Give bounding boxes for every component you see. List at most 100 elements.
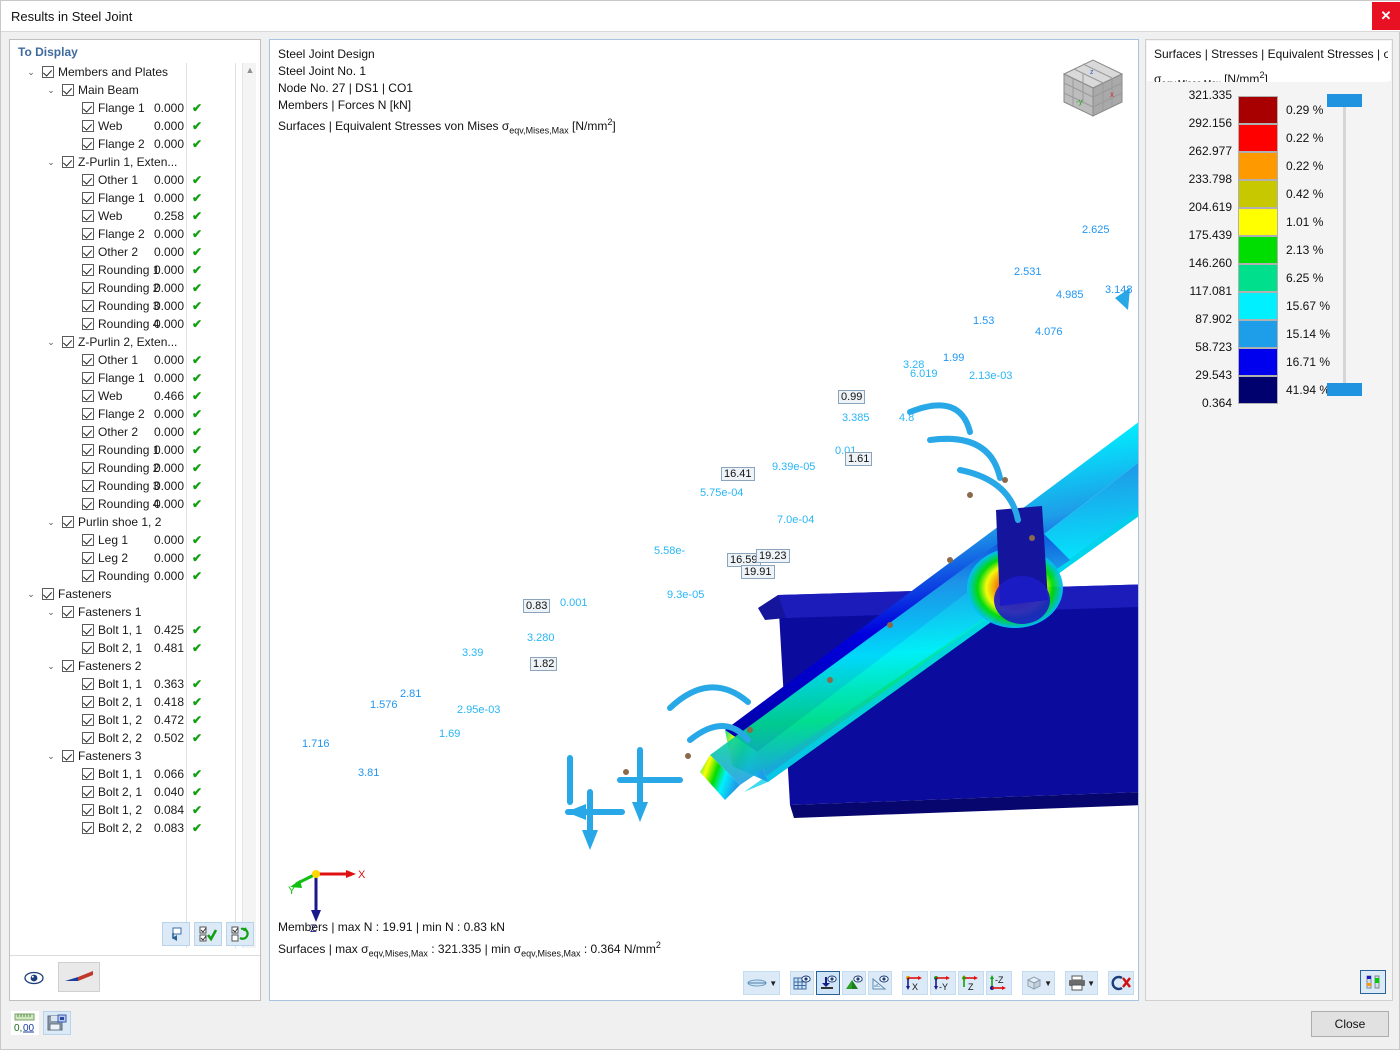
legend-band-row[interactable]: 6.25 % bbox=[1146, 264, 1392, 292]
tree-row[interactable]: Leg 2 0.000 ✔ bbox=[16, 549, 256, 567]
tree-row[interactable]: Rounding 4 0.000 ✔ bbox=[16, 315, 256, 333]
tree-scrollbar[interactable]: ▲ ▼ bbox=[242, 63, 256, 948]
select-all-button[interactable] bbox=[194, 922, 222, 946]
chevron-down-icon[interactable]: ⌄ bbox=[44, 81, 58, 99]
tree-row[interactable]: Flange 1 0.000 ✔ bbox=[16, 189, 256, 207]
tree-row[interactable]: Flange 2 0.000 ✔ bbox=[16, 405, 256, 423]
tree-row[interactable]: ⌄ Main Beam bbox=[16, 81, 256, 99]
scroll-up-icon[interactable]: ▲ bbox=[243, 63, 256, 77]
support-display-button[interactable] bbox=[816, 971, 841, 995]
tree-row-checkbox[interactable] bbox=[82, 624, 94, 636]
legend-lower-handle[interactable] bbox=[1327, 383, 1362, 396]
tree-row-checkbox[interactable] bbox=[62, 336, 74, 348]
tree-row-checkbox[interactable] bbox=[82, 714, 94, 726]
tree-row-checkbox[interactable] bbox=[62, 516, 74, 528]
tree-row-checkbox[interactable] bbox=[82, 210, 94, 222]
tree-row[interactable]: Bolt 1, 1 0.425 ✔ bbox=[16, 621, 256, 639]
tree-row[interactable]: ⌄ Fasteners 2 bbox=[16, 657, 256, 675]
tree-row[interactable]: Bolt 1, 2 0.084 ✔ bbox=[16, 801, 256, 819]
tree-row[interactable]: Rounding 0.000 ✔ bbox=[16, 567, 256, 585]
legend-band-row[interactable]: 16.71 % bbox=[1146, 348, 1392, 376]
tree-row-checkbox[interactable] bbox=[82, 426, 94, 438]
tree-row-checkbox[interactable] bbox=[82, 462, 94, 474]
tree-row[interactable]: Other 1 0.000 ✔ bbox=[16, 171, 256, 189]
legend-band-row[interactable]: 0.42 % bbox=[1146, 180, 1392, 208]
chevron-down-icon[interactable]: ⌄ bbox=[44, 747, 58, 765]
tree-row-checkbox[interactable] bbox=[82, 372, 94, 384]
tree-row[interactable]: Bolt 2, 1 0.418 ✔ bbox=[16, 693, 256, 711]
legend-band-row[interactable]: 0.22 % bbox=[1146, 152, 1392, 180]
tree-row-checkbox[interactable] bbox=[82, 408, 94, 420]
tree-row[interactable]: Bolt 2, 2 0.502 ✔ bbox=[16, 729, 256, 747]
chevron-down-icon[interactable]: ⌄ bbox=[24, 63, 38, 81]
tree-row[interactable]: ⌄ Members and Plates bbox=[16, 63, 256, 81]
tree-row-checkbox[interactable] bbox=[82, 696, 94, 708]
3d-results-view[interactable]: Steel Joint Design Steel Joint No. 1 Nod… bbox=[269, 39, 1139, 1001]
render-mode-button[interactable]: ▼ bbox=[743, 971, 781, 995]
tree-row[interactable]: Flange 1 0.000 ✔ bbox=[16, 99, 256, 117]
tree-row[interactable]: Bolt 2, 1 0.040 ✔ bbox=[16, 783, 256, 801]
tree-row-checkbox[interactable] bbox=[82, 786, 94, 798]
tree-row-checkbox[interactable] bbox=[82, 318, 94, 330]
tree-row[interactable]: Bolt 1, 1 0.066 ✔ bbox=[16, 765, 256, 783]
tree-row-checkbox[interactable] bbox=[82, 732, 94, 744]
view-x-button[interactable]: X bbox=[902, 971, 929, 995]
tree-row-checkbox[interactable] bbox=[82, 102, 94, 114]
tree-row[interactable]: ⌄ Fasteners bbox=[16, 585, 256, 603]
tree-row[interactable]: Bolt 1, 1 0.363 ✔ bbox=[16, 675, 256, 693]
tree-row-checkbox[interactable] bbox=[82, 570, 94, 582]
tree-row-checkbox[interactable] bbox=[82, 552, 94, 564]
tree-row-checkbox[interactable] bbox=[82, 678, 94, 690]
legend-slider-track[interactable] bbox=[1343, 102, 1346, 392]
tree-row-checkbox[interactable] bbox=[82, 804, 94, 816]
tree-row-checkbox[interactable] bbox=[62, 84, 74, 96]
tree-row[interactable]: ⌄ Z-Purlin 1, Exten... bbox=[16, 153, 256, 171]
tree-row[interactable]: Bolt 1, 2 0.472 ✔ bbox=[16, 711, 256, 729]
tree-row-checkbox[interactable] bbox=[82, 264, 94, 276]
tree-row[interactable]: ⌄ Fasteners 3 bbox=[16, 747, 256, 765]
tree-row[interactable]: Rounding 3 0.000 ✔ bbox=[16, 297, 256, 315]
chevron-down-icon[interactable]: ⌄ bbox=[44, 603, 58, 621]
legend-band-row[interactable]: 2.13 % bbox=[1146, 236, 1392, 264]
tree-row-checkbox[interactable] bbox=[82, 138, 94, 150]
reset-selection-button[interactable] bbox=[162, 922, 190, 946]
tree-row-checkbox[interactable] bbox=[82, 480, 94, 492]
tree-row[interactable]: Rounding 2 0.000 ✔ bbox=[16, 279, 256, 297]
units-button[interactable]: 0, 00 bbox=[11, 1011, 39, 1035]
chevron-down-icon[interactable]: ⌄ bbox=[44, 657, 58, 675]
tree-row[interactable]: Other 2 0.000 ✔ bbox=[16, 423, 256, 441]
chevron-down-icon[interactable]: ⌄ bbox=[44, 153, 58, 171]
tree-row-checkbox[interactable] bbox=[82, 174, 94, 186]
tree-row-checkbox[interactable] bbox=[82, 192, 94, 204]
close-button[interactable]: Close bbox=[1311, 1011, 1389, 1037]
isometric-view-button[interactable]: ▼ bbox=[1022, 971, 1056, 995]
tree-row-checkbox[interactable] bbox=[82, 768, 94, 780]
tree-row[interactable]: Flange 1 0.000 ✔ bbox=[16, 369, 256, 387]
tree-row[interactable]: Bolt 2, 1 0.481 ✔ bbox=[16, 639, 256, 657]
tree-row[interactable]: Leg 1 0.000 ✔ bbox=[16, 531, 256, 549]
tree-row-checkbox[interactable] bbox=[82, 498, 94, 510]
tree-row-checkbox[interactable] bbox=[82, 354, 94, 366]
tree-row[interactable]: Rounding 1 0.000 ✔ bbox=[16, 441, 256, 459]
tree-row-checkbox[interactable] bbox=[42, 66, 54, 78]
legend-band-row[interactable]: 1.01 % bbox=[1146, 208, 1392, 236]
tree-row[interactable]: Rounding 4 0.000 ✔ bbox=[16, 495, 256, 513]
tree-row[interactable]: Web 0.466 ✔ bbox=[16, 387, 256, 405]
chevron-down-icon[interactable]: ⌄ bbox=[44, 333, 58, 351]
tree-row[interactable]: Other 2 0.000 ✔ bbox=[16, 243, 256, 261]
tree-row-checkbox[interactable] bbox=[82, 246, 94, 258]
view-negz-button[interactable]: -Z bbox=[986, 971, 1013, 995]
close-icon[interactable]: ✕ bbox=[1372, 2, 1400, 30]
tree-row[interactable]: Web 0.000 ✔ bbox=[16, 117, 256, 135]
legend-upper-handle[interactable] bbox=[1327, 94, 1362, 107]
eye-icon[interactable] bbox=[22, 966, 46, 990]
legend-settings-button[interactable] bbox=[1360, 970, 1386, 994]
tree-row-checkbox[interactable] bbox=[62, 606, 74, 618]
tree-row[interactable]: Bolt 2, 2 0.083 ✔ bbox=[16, 819, 256, 837]
load-display-button[interactable] bbox=[842, 971, 867, 995]
tree-row-checkbox[interactable] bbox=[82, 282, 94, 294]
grid-display-button[interactable] bbox=[790, 971, 815, 995]
tree-row-checkbox[interactable] bbox=[82, 390, 94, 402]
display-tree[interactable]: ⌄ Members and Plates ⌄ Main Beam Flange 1 0.0… bbox=[16, 63, 256, 948]
legend-band-row[interactable]: 15.67 % bbox=[1146, 292, 1392, 320]
